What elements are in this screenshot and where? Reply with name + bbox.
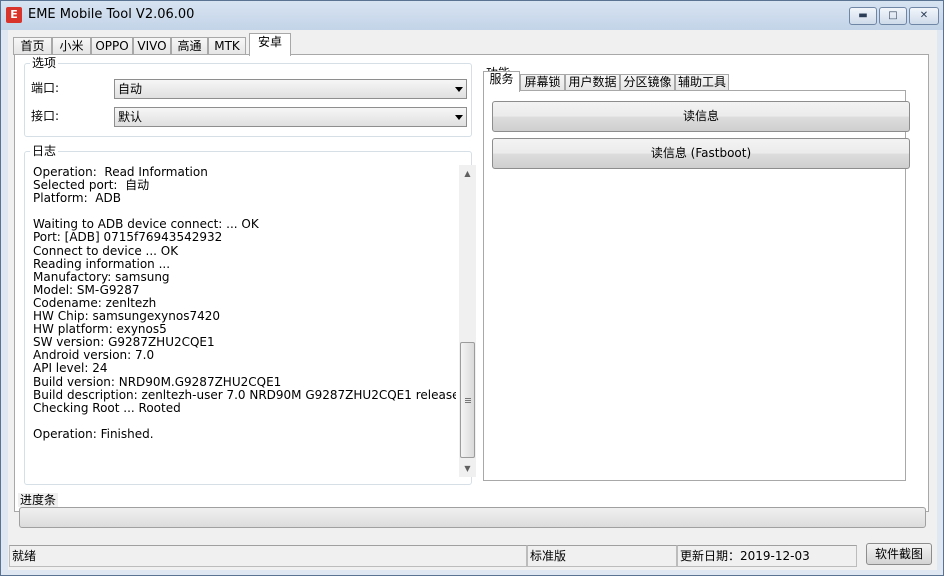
options-group: 选项 端口: 自动 接口: 默认 (24, 56, 472, 137)
log-line: Checking Root ... Rooted (33, 400, 181, 415)
app-logo-icon: E (6, 7, 22, 23)
log-line: Connect to device ... OK (33, 243, 179, 258)
window-title: EME Mobile Tool V2.06.00 (28, 7, 195, 22)
log-textarea[interactable]: Operation: Read Information Selected port… (33, 166, 456, 472)
tab-qualcomm[interactable]: 高通 (171, 37, 208, 55)
log-line: Operation: Finished. (33, 426, 154, 441)
interface-select-value: 默认 (118, 110, 143, 124)
scroll-down-icon[interactable]: ▼ (459, 460, 476, 477)
tab-user-data[interactable]: 用户数据 (565, 74, 620, 91)
interface-label: 接口: (31, 109, 60, 123)
progress-bar (19, 507, 926, 528)
status-state: 就绪 (9, 545, 527, 567)
tab-android[interactable]: 安卓 (249, 33, 291, 56)
progress-group: 进度条 (12, 493, 931, 536)
client-area: 首页 小米 OPPO VIVO 高通 MTK 安卓 选项 端口: 自动 接口: … (8, 30, 937, 570)
status-edition: 标准版 (527, 545, 677, 567)
read-info-button[interactable]: 读信息 (492, 101, 910, 132)
tab-screen-lock[interactable]: 屏幕锁 (520, 74, 565, 91)
log-line: Build version: NRD90M.G9287ZHU2CQE1 (33, 374, 282, 389)
close-button[interactable]: ✕ (909, 7, 939, 25)
log-group-title: 日志 (30, 144, 59, 158)
tab-oppo[interactable]: OPPO (91, 37, 133, 55)
log-line: Manufactory: samsung (33, 269, 170, 284)
app-window: E EME Mobile Tool V2.06.00 ▬ □ ✕ 首页 小米 O… (0, 0, 944, 576)
grip-icon (465, 398, 471, 403)
log-line: Model: SM-G9287 (33, 282, 140, 297)
tab-service[interactable]: 服务 (483, 71, 520, 92)
read-info-fastboot-button[interactable]: 读信息 (Fastboot) (492, 138, 910, 169)
maximize-button[interactable]: □ (879, 7, 907, 25)
interface-select[interactable]: 默认 (114, 107, 467, 127)
log-line: Port: [ADB] 0715f76943542932 (33, 230, 223, 245)
scrollbar-thumb[interactable] (460, 342, 475, 458)
port-label: 端口: (31, 81, 60, 95)
chevron-down-icon (455, 115, 463, 120)
log-line: Platform: ADB (33, 191, 121, 206)
log-line: API level: 24 (33, 361, 108, 376)
log-line: Reading information ... (33, 256, 171, 271)
status-bar: 就绪 标准版 更新日期：2019-12-03 软件截图 (8, 541, 937, 569)
android-tab-page: 选项 端口: 自动 接口: 默认 日志 Operation: Read Info… (14, 54, 929, 512)
tab-mtk[interactable]: MTK (208, 37, 246, 55)
function-group: 功能 服务 屏幕锁 用户数据 分区镜像 辅助工具 读信息 读信息 (Fastbo… (481, 63, 924, 506)
minimize-button[interactable]: ▬ (849, 7, 877, 25)
tab-xiaomi[interactable]: 小米 (52, 37, 91, 55)
tab-vivo[interactable]: VIVO (133, 37, 171, 55)
status-update-date: 更新日期：2019-12-03 (677, 545, 857, 567)
log-group: 日志 Operation: Read Information Selected p… (24, 144, 476, 485)
tab-aux-tools[interactable]: 辅助工具 (675, 74, 729, 91)
scroll-up-icon[interactable]: ▲ (459, 165, 476, 182)
screenshot-button[interactable]: 软件截图 (866, 543, 932, 565)
tab-home[interactable]: 首页 (13, 37, 52, 55)
progress-title: 进度条 (18, 493, 59, 507)
log-line: Build description: zenltezh-user 7.0 NRD… (33, 387, 456, 402)
chevron-down-icon (455, 87, 463, 92)
options-group-title: 选项 (30, 56, 59, 70)
port-select-value: 自动 (118, 82, 143, 96)
service-tab-page: 读信息 读信息 (Fastboot) (483, 90, 910, 481)
tab-partition-image[interactable]: 分区镜像 (620, 74, 675, 91)
title-bar[interactable]: E EME Mobile Tool V2.06.00 ▬ □ ✕ (1, 1, 943, 30)
port-select[interactable]: 自动 (114, 79, 467, 99)
log-scrollbar[interactable]: ▲ ▼ (459, 165, 476, 477)
